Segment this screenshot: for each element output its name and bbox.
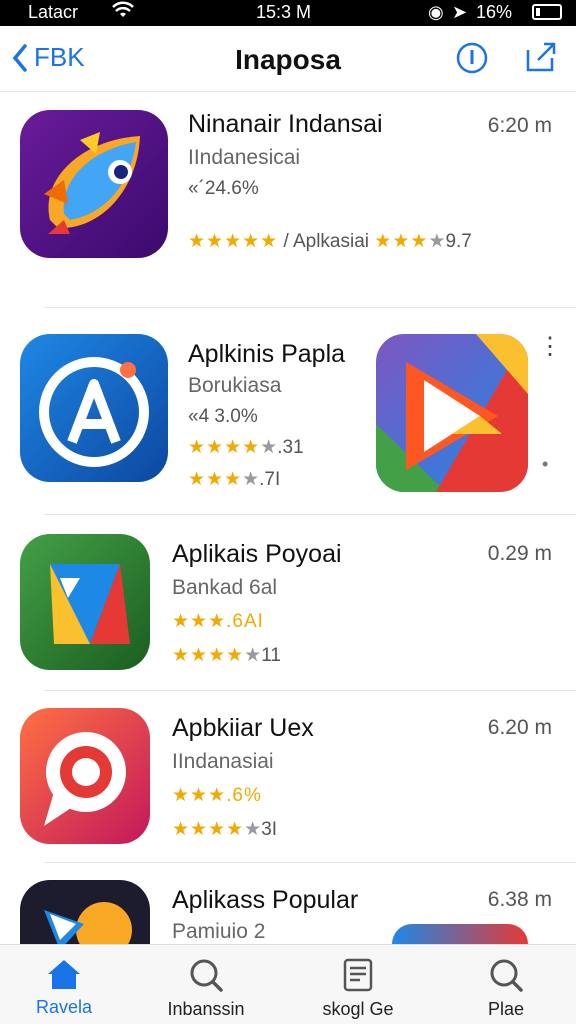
divider [44,690,576,691]
wifi-icon [112,1,134,26]
home-icon [48,960,80,989]
get-button[interactable] [392,924,528,944]
list-item[interactable]: Aplikass Popular 6.38 m Pamiuio 2 [0,878,576,944]
rating-value: 3I [261,819,278,840]
location-icon: ➤ [452,2,468,22]
app-title: Apbkiiar Uex [172,714,314,742]
app-size: 6.20 m [487,716,552,739]
app-size: 0.29 m [487,542,552,565]
star-rating: ★★★★ [172,645,245,666]
divider [44,514,576,515]
app-title: Ninanair Indansai [188,110,383,138]
app-icon-play[interactable] [376,334,528,492]
rating-suffix: / Aplkasiai [283,231,369,252]
app-title: Aplkinis Papla [188,340,346,368]
app-stat: «4 3.0% [188,406,258,427]
list-item[interactable]: Apbkiiar Uex 6.20 m IIndanasiai ★★★.6% ★… [0,706,576,862]
list-item[interactable]: Aplkinis Papla Borukiasa «4 3.0% ★★★★★.3… [0,334,576,514]
search-icon [490,959,523,992]
app-size: 6.38 m [487,888,552,911]
star-rating: ★★★ [172,785,227,806]
rating-value: 11 [261,645,281,666]
app-icon-a [20,334,168,482]
app-subtitle: Bankad 6al [172,576,278,599]
rating-value: .6AI [226,611,264,632]
app-icon-triangle [20,534,150,670]
app-size: 6:20 m [487,114,552,137]
search-icon [190,959,223,992]
divider [44,862,576,863]
list-item[interactable]: Ninanair Indansai 6:20 m IIndanesicai «´… [0,108,576,308]
document-icon [343,958,373,992]
app-stat: «´24.6% [188,178,259,199]
rating-value: .31 [277,437,304,458]
app-rating-line: ★★★★★.31 [188,436,304,459]
app-rating-line: ★★★★.7I [188,468,280,491]
star-empty: ★ [244,819,262,840]
app-rating-line: ★★★.6% [172,784,262,807]
app-rating-line: ★★★.6AI [172,610,264,633]
app-icon-rocket [20,110,168,258]
star-rating: ★★★ [172,611,227,632]
star-rating: ★★★★ [188,437,261,458]
tab-label: Plae [487,999,525,1019]
rating-value: .6% [226,785,262,806]
app-icon-chat [20,708,150,844]
star-rating: ★★★★ [172,819,245,840]
more-icon[interactable]: ⋮ [538,335,562,359]
info-icon[interactable] [456,42,488,74]
star-empty: ★ [242,469,260,490]
tab-label: skogl Ge [322,999,394,1019]
clock: 15:3 M [256,2,312,22]
tab-label: Ravela [35,997,93,1017]
app-rating-line: ★★★★★3I [172,818,277,841]
app-icon-game [20,880,150,944]
app-subtitle: Borukiasa [188,374,282,397]
app-title: Aplikais Poyoai [172,540,342,568]
rotation-lock-icon: ◉ [428,2,444,22]
rating-value: 9.7 [445,231,472,252]
tab-label: Inbanssin [167,999,245,1019]
carrier-label: Latacr [28,2,79,22]
navigation-bar: FBK Inaposa [0,26,576,92]
divider [44,307,576,308]
app-rating-line: ★★★★★11 [172,644,281,667]
star-empty: ★ [244,645,262,666]
star-rating: ★★★ [188,469,243,490]
scroll-indicator-icon: • [542,454,549,474]
status-bar: Latacr 15:3 M ◉ ➤ 16% [0,0,576,26]
page-title: Inaposa [235,44,341,75]
star-rating: ★★★ [374,231,429,252]
star-rating: ★★★★★ [188,231,279,252]
list-item[interactable]: Aplikais Poyoai 0.29 m Bankad 6al ★★★.6A… [0,532,576,688]
app-subtitle: Pamiuio 2 [172,920,266,943]
battery-icon [532,4,562,20]
tab-bar: Ravela Inbanssin skogl Ge Plae [0,944,576,1024]
app-title: Aplikass Popular [172,886,359,914]
tab-search[interactable]: Inbanssin [134,949,278,1020]
star-empty: ★ [428,231,446,252]
tab-home[interactable]: Ravela [0,949,136,1018]
app-rating-line: ★★★★★ / Aplkasiai ★★★★9.7 [188,230,472,253]
share-icon[interactable] [524,40,558,74]
tab-document[interactable]: skogl Ge [286,949,430,1020]
app-subtitle: IIndanesicai [188,146,301,169]
battery-percent: 16% [476,2,513,22]
star-empty: ★ [260,437,278,458]
app-subtitle: IIndanasiai [172,750,274,773]
tab-places[interactable]: Plae [434,949,576,1020]
rating-value: .7I [259,469,281,490]
